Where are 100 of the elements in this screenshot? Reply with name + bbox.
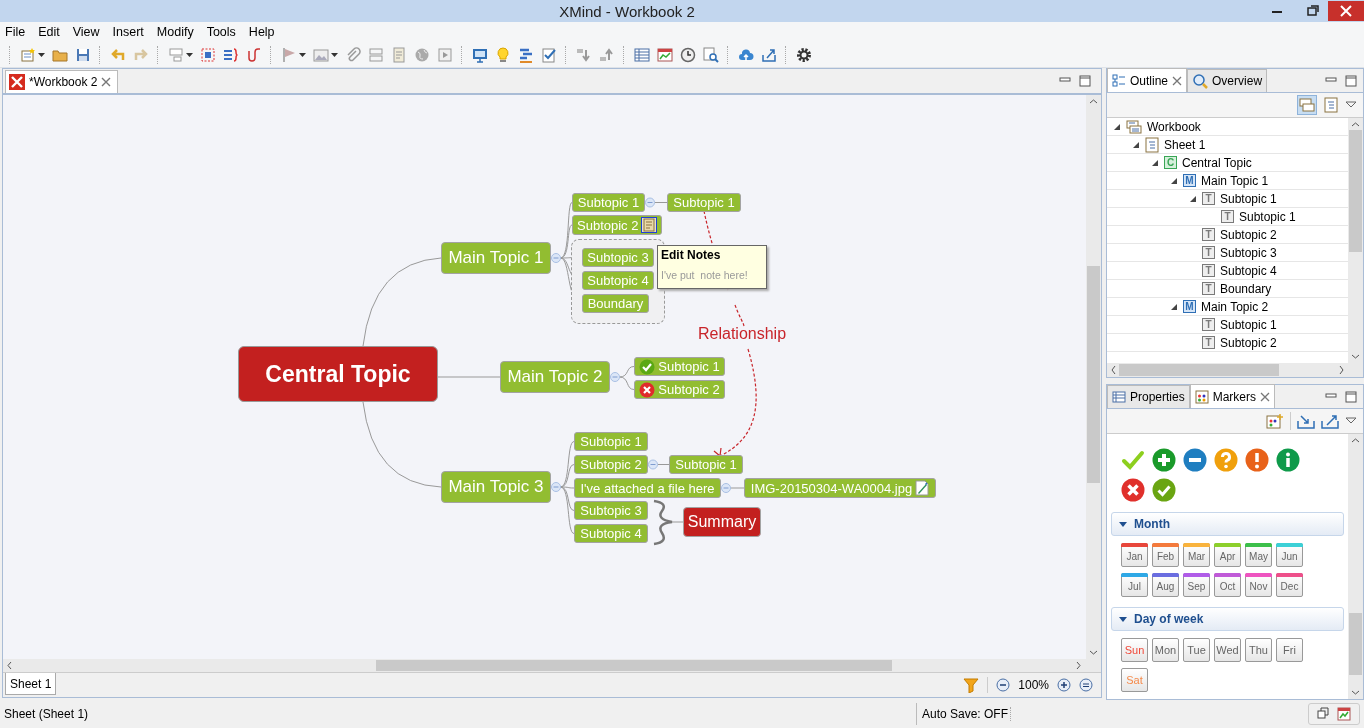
sheet-icon[interactable] (1323, 97, 1339, 113)
scrollbar-thumb[interactable] (1349, 130, 1362, 252)
dashed-box-icon[interactable] (199, 46, 216, 63)
cloud-upload-icon[interactable] (737, 46, 754, 63)
scrollbar-thumb[interactable] (1087, 266, 1100, 483)
tree-view-button[interactable] (1297, 95, 1317, 115)
arrow-up-icon[interactable] (598, 46, 615, 63)
maximize-icon[interactable] (1345, 390, 1357, 403)
connector-icon[interactable] (245, 46, 262, 63)
minimize-icon[interactable] (1059, 75, 1071, 85)
expanded-arrow-icon[interactable] (1170, 302, 1178, 311)
chart-window-icon[interactable] (1337, 707, 1351, 721)
tree-item[interactable]: Main Topic 2 (1201, 299, 1269, 314)
month-marker[interactable]: Feb (1152, 543, 1179, 567)
tree-item[interactable]: Subtopic 1 (1220, 191, 1277, 206)
section-header[interactable]: Month (1111, 512, 1344, 536)
minimize-icon[interactable] (1325, 390, 1337, 401)
weekday-marker[interactable]: Fri (1276, 638, 1303, 662)
close-icon[interactable] (1172, 75, 1183, 86)
zoom-reset-icon[interactable] (1079, 678, 1093, 692)
menu-item[interactable]: Edit (38, 25, 67, 39)
question-circle-icon[interactable] (1214, 448, 1238, 472)
month-marker[interactable]: Nov (1245, 573, 1272, 597)
filter-icon[interactable] (963, 677, 980, 693)
central-topic[interactable]: Central Topic (238, 346, 438, 402)
lightbulb-icon[interactable] (494, 46, 511, 63)
close-icon[interactable] (1328, 0, 1364, 22)
plus-circle-icon[interactable] (1152, 448, 1176, 472)
export-icon[interactable] (1321, 413, 1339, 429)
tree-item[interactable]: Subtopic 2 (1220, 335, 1277, 350)
minus-circle-icon[interactable] (1183, 448, 1207, 472)
restore-icon[interactable] (1317, 707, 1329, 719)
section-header[interactable]: Day of week (1111, 607, 1344, 631)
relationship-label[interactable]: Relationship (698, 325, 787, 343)
tree-item[interactable]: Boundary (1220, 281, 1272, 296)
editor-tab[interactable]: *Workbook 2 (5, 70, 119, 93)
magnifier-document-icon[interactable] (702, 46, 719, 63)
month-marker[interactable]: Apr (1214, 543, 1241, 567)
bars-icon[interactable] (517, 46, 534, 63)
tree-item[interactable]: Sheet 1 (1164, 137, 1206, 152)
info-circle-icon[interactable] (1276, 448, 1300, 472)
cross-circle-icon[interactable] (1121, 478, 1145, 502)
panel-tab[interactable]: Outline (1107, 68, 1188, 92)
minimize-icon[interactable] (1325, 74, 1337, 85)
tree-item[interactable]: Main Topic 1 (1201, 173, 1269, 188)
month-marker[interactable]: Aug (1152, 573, 1179, 597)
clipboard-check-icon[interactable] (540, 46, 557, 63)
tree-item[interactable]: Workbook (1147, 119, 1201, 134)
menu-item[interactable]: Insert (112, 25, 151, 39)
menu-item[interactable]: File (5, 25, 33, 39)
table-icon[interactable] (633, 46, 650, 63)
tree-item[interactable]: Subtopic 1 (1239, 209, 1296, 224)
month-marker[interactable]: Mar (1183, 543, 1210, 567)
panel-tab[interactable]: Markers (1189, 384, 1276, 408)
scrollbar-thumb[interactable] (1119, 364, 1279, 376)
tree-item[interactable]: Central Topic (1182, 155, 1252, 170)
add-marker-icon[interactable] (1266, 413, 1284, 429)
expanded-arrow-icon[interactable] (1132, 140, 1140, 149)
monitor-icon[interactable] (471, 46, 488, 63)
month-marker[interactable]: Sep (1183, 573, 1210, 597)
expanded-arrow-icon[interactable] (1151, 158, 1159, 167)
weekday-marker[interactable]: Sun (1121, 638, 1148, 662)
tree-item[interactable]: Subtopic 1 (1220, 317, 1277, 332)
scrollbar-thumb[interactable] (376, 660, 892, 671)
month-marker[interactable]: Jul (1121, 573, 1148, 597)
month-marker[interactable]: Jan (1121, 543, 1148, 567)
menu-item[interactable]: Modify (156, 25, 201, 39)
menu-item[interactable]: Help (248, 25, 282, 39)
brace-icon[interactable] (222, 46, 239, 63)
menu-item[interactable]: Tools (206, 25, 243, 39)
month-marker[interactable]: Oct (1214, 573, 1241, 597)
collapse-icon[interactable] (648, 459, 658, 470)
gear-icon[interactable] (795, 46, 812, 63)
maximize-icon[interactable] (1345, 74, 1357, 87)
export-icon[interactable] (760, 46, 777, 63)
weekday-marker[interactable]: Thu (1245, 638, 1272, 662)
exclamation-circle-icon[interactable] (1245, 448, 1269, 472)
zoom-in-icon[interactable] (1057, 678, 1071, 692)
tree-item[interactable]: Subtopic 3 (1220, 245, 1277, 260)
expanded-arrow-icon[interactable] (1189, 194, 1197, 203)
check-circle-icon[interactable] (1152, 478, 1176, 502)
import-icon[interactable] (1297, 413, 1315, 429)
arrow-down-icon[interactable] (575, 46, 592, 63)
collapse-icon[interactable] (645, 197, 655, 208)
undo-arrow-icon[interactable] (109, 46, 126, 63)
panel-tab[interactable]: Properties (1107, 385, 1190, 408)
maximize-icon[interactable] (1079, 75, 1091, 87)
summary-topic[interactable]: Summary (683, 507, 761, 537)
tree-item[interactable]: Subtopic 4 (1220, 263, 1277, 278)
expanded-arrow-icon[interactable] (1170, 176, 1178, 185)
weekday-marker[interactable]: Wed (1214, 638, 1241, 662)
panel-tab[interactable]: Overview (1187, 69, 1268, 92)
zoom-out-icon[interactable] (996, 678, 1011, 692)
sheet-tab[interactable]: Sheet 1 (5, 673, 57, 695)
play-icon[interactable] (436, 46, 453, 63)
month-marker[interactable]: Dec (1276, 573, 1303, 597)
close-icon[interactable] (101, 77, 112, 87)
month-marker[interactable]: May (1245, 543, 1272, 567)
globe-icon[interactable] (413, 46, 430, 63)
tree-item[interactable]: Subtopic 2 (1220, 227, 1277, 242)
